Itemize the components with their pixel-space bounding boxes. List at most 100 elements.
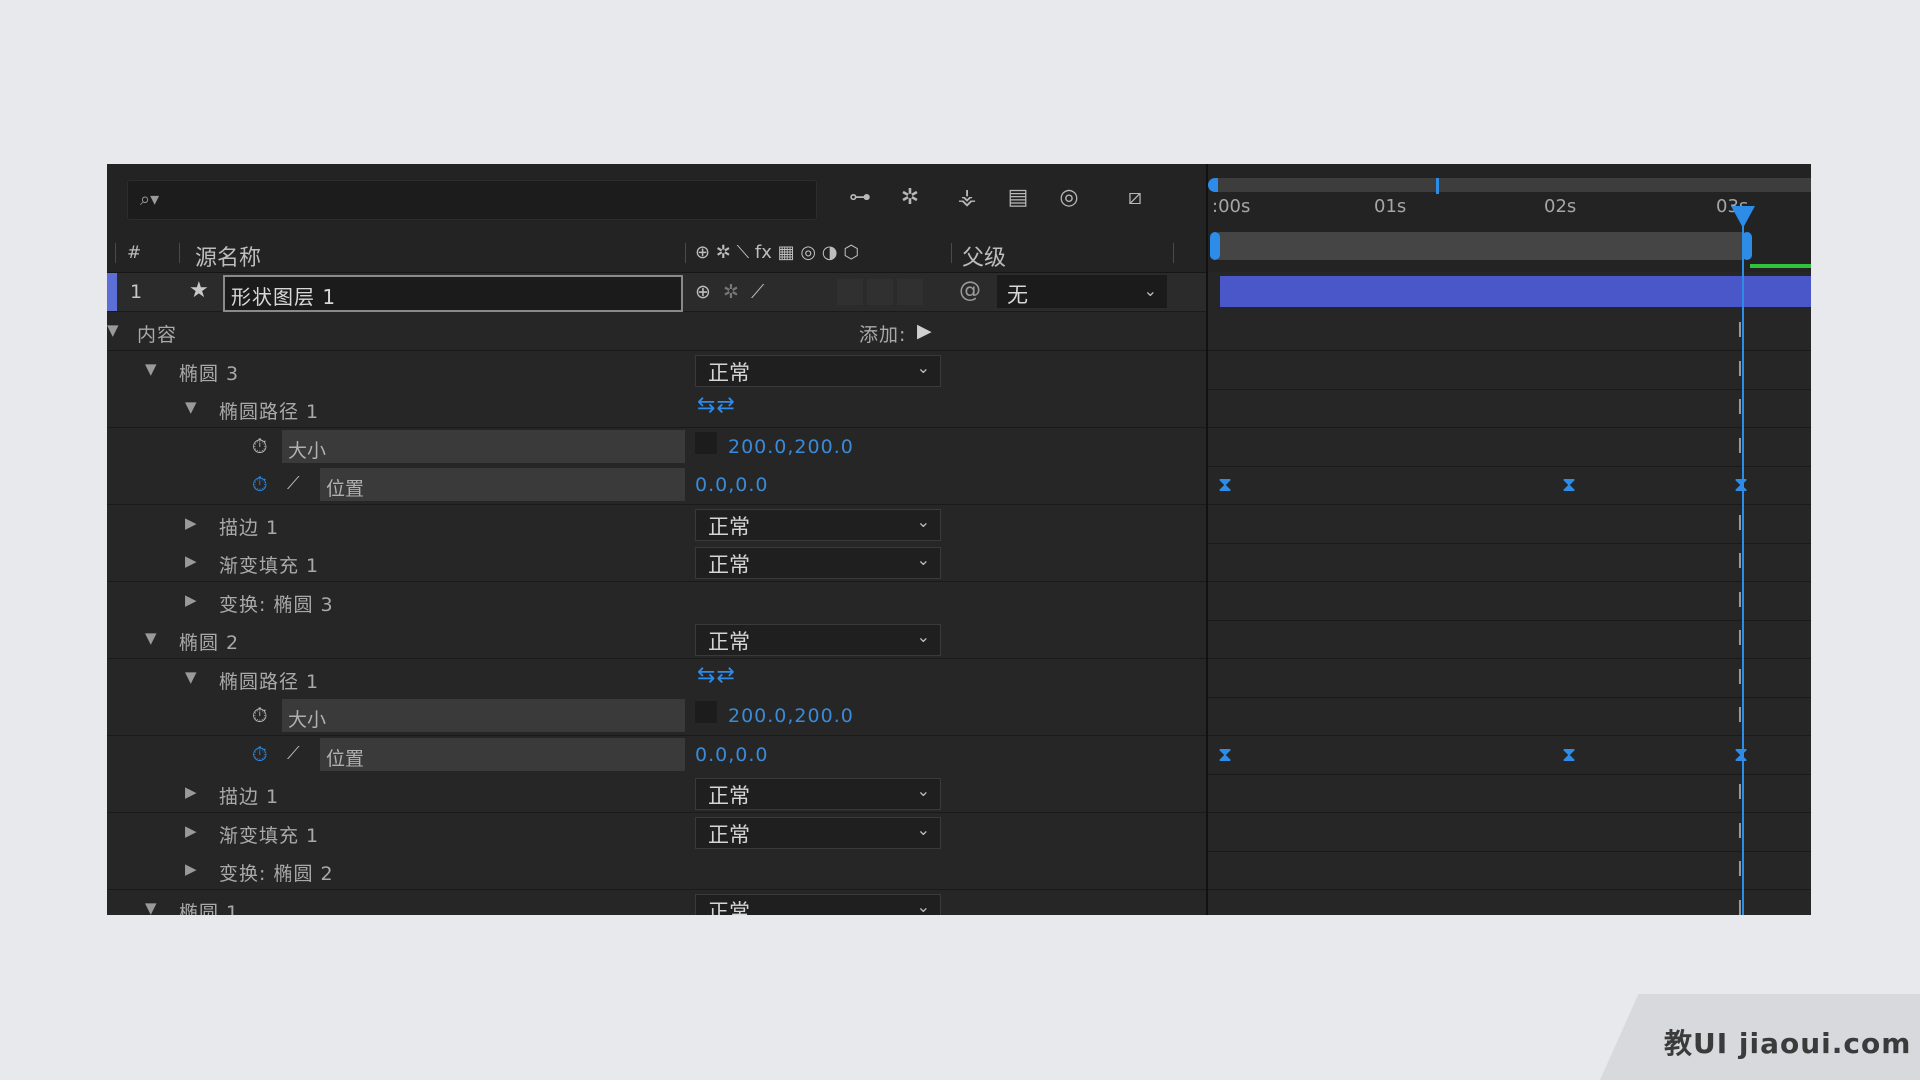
property-value[interactable]: 0.0,0.0 — [695, 474, 768, 496]
collapse-switch-icon[interactable]: ✲ — [723, 281, 740, 303]
work-area-start[interactable] — [1210, 232, 1220, 260]
property-row[interactable]: ▶ 描边 1 正常 ⌄ — [107, 504, 1206, 544]
layer-duration-bar[interactable] — [1220, 276, 1811, 307]
parent-select[interactable]: 无 ⌄ — [997, 275, 1167, 308]
switch-box[interactable] — [837, 279, 863, 305]
chevron-down-icon: ⌄ — [916, 627, 930, 646]
time-navigator-start[interactable] — [1208, 178, 1218, 192]
col-parent[interactable]: 父级 — [962, 240, 1006, 272]
property-row[interactable]: ⏱ ⟋ 位置 0.0,0.0 — [107, 735, 1206, 775]
property-row[interactable]: ⏱ 大小 200.0,200.0 — [107, 697, 1206, 736]
expand-right-icon[interactable]: ▶ — [185, 552, 197, 570]
draft-3d-icon[interactable]: ✲ — [892, 182, 928, 214]
property-label: 渐变填充 1 — [219, 555, 320, 577]
expand-right-icon[interactable]: ▶ — [185, 822, 197, 840]
keyframe-icon[interactable]: ⧗ — [1218, 742, 1232, 766]
timeline-row-divider — [1208, 427, 1811, 428]
timeline-row-divider — [1208, 735, 1811, 736]
link-swatch[interactable] — [695, 431, 717, 454]
property-label: 椭圆 1 — [179, 901, 240, 916]
layer-label-color[interactable] — [107, 273, 117, 311]
property-row[interactable]: ▼ 椭圆 3 正常 ⌄ — [107, 350, 1206, 390]
blend-mode-select[interactable]: 正常 ⌄ — [695, 547, 941, 579]
stopwatch-icon[interactable]: ⏱ — [252, 742, 268, 766]
col-source-name[interactable]: 源名称 — [195, 240, 261, 272]
property-row[interactable]: ▶ 渐变填充 1 正常 ⌄ — [107, 812, 1206, 852]
property-row[interactable]: ▶ 变换: 椭圆 2 — [107, 851, 1206, 890]
property-value[interactable]: 0.0,0.0 — [695, 744, 768, 766]
property-row[interactable]: ▼ 椭圆 1 正常 ⌄ — [107, 889, 1206, 916]
blend-mode-select[interactable]: 正常 ⌄ — [695, 816, 941, 849]
blend-mode-select[interactable]: 正常 ⌄ — [695, 893, 941, 915]
property-row[interactable]: ▶ 描边 1 正常 ⌄ — [107, 774, 1206, 813]
property-name-field[interactable]: 大小 — [282, 699, 685, 732]
property-value[interactable]: 200.0,200.0 — [728, 705, 854, 727]
layer-row[interactable]: 1 ★ 形状图层 1 ⊕ ✲ ⟋ @ 无 ⌄ — [107, 273, 1206, 312]
expand-down-icon[interactable]: ▼ — [107, 321, 119, 339]
expand-right-icon[interactable]: ▶ — [185, 783, 197, 801]
comp-flowchart-icon[interactable]: ⊶ — [842, 182, 878, 214]
property-label: 椭圆 2 — [179, 632, 240, 654]
expand-down-icon[interactable]: ▼ — [145, 629, 157, 647]
property-row[interactable]: ▶ 渐变填充 1 正常 ⌄ — [107, 543, 1206, 582]
current-time-indicator[interactable] — [1742, 206, 1744, 915]
property-row[interactable]: ▶ 变换: 椭圆 3 — [107, 581, 1206, 621]
blend-mode-select[interactable]: 正常 ⌄ — [695, 354, 941, 387]
stopwatch-icon[interactable]: ⏱ — [252, 434, 268, 458]
graph-editor-icon[interactable]: ⧄ — [1117, 182, 1153, 214]
current-time-indicator-head[interactable] — [1731, 206, 1755, 228]
shy-layers-icon[interactable]: ⚶ — [949, 182, 985, 214]
timeline-row-divider — [1208, 696, 1811, 698]
shape-star-icon: ★ — [189, 278, 210, 303]
frame-blending-icon[interactable]: ▤ — [1000, 182, 1036, 214]
work-area-bar[interactable] — [1218, 232, 1744, 260]
link-swatch[interactable] — [695, 701, 717, 723]
property-row[interactable]: ⏱ ⟋ 位置 0.0,0.0 — [107, 466, 1206, 505]
quality-switch-icon[interactable]: ⟋ — [751, 281, 765, 303]
expand-right-icon[interactable]: ▶ — [185, 591, 197, 609]
col-switches[interactable]: ⊕ ✲ ⟍ fx ▦ ◎ ◑ ⬡ — [695, 242, 859, 263]
switch-box[interactable] — [867, 279, 893, 305]
timeline-row-divider — [1208, 465, 1811, 467]
keyframe-icon[interactable]: ⧗ — [1218, 472, 1232, 496]
blend-mode-select[interactable]: 正常 ⌄ — [695, 778, 941, 810]
path-direction-icon[interactable]: ⇆⇄ — [697, 393, 736, 418]
blend-mode-select[interactable]: 正常 ⌄ — [695, 508, 941, 541]
stopwatch-icon[interactable]: ⏱ — [252, 703, 268, 727]
timeline-area[interactable]: :00s 01s 02s 03s IIII⧗⧗⧗IIIIII⧗⧗⧗IIII — [1206, 164, 1811, 915]
property-value[interactable]: 200.0,200.0 — [728, 436, 854, 458]
layer-name-field[interactable]: 形状图层 1 — [223, 275, 683, 312]
layer-number: 1 — [130, 281, 144, 303]
time-navigator-marker[interactable] — [1436, 178, 1439, 194]
keyframe-icon[interactable]: ⧗ — [1562, 472, 1576, 496]
property-row[interactable]: ▼ 椭圆路径 1 ⇆⇄ — [107, 389, 1206, 428]
expand-down-icon[interactable]: ▼ — [185, 668, 197, 686]
time-navigator[interactable] — [1218, 178, 1811, 192]
play-circle-icon[interactable]: ▶ — [917, 320, 933, 342]
expand-right-icon[interactable]: ▶ — [185, 860, 197, 878]
property-row[interactable]: ▼ 内容 添加: ▶ — [107, 312, 1206, 351]
add-menu-button[interactable]: 添加: — [859, 320, 906, 347]
expand-down-icon[interactable]: ▼ — [145, 899, 157, 916]
expand-down-icon[interactable]: ▼ — [185, 398, 197, 416]
parent-pickwhip-icon[interactable]: @ — [959, 278, 982, 303]
search-input[interactable]: ⌕▾ — [127, 180, 817, 220]
stopwatch-icon[interactable]: ⏱ — [252, 472, 268, 496]
property-row[interactable]: ▼ 椭圆路径 1 ⇆⇄ — [107, 658, 1206, 698]
path-direction-icon[interactable]: ⇆⇄ — [697, 663, 736, 688]
expand-right-icon[interactable]: ▶ — [185, 514, 197, 532]
time-ruler[interactable]: :00s 01s 02s 03s — [1208, 164, 1811, 272]
motion-blur-icon[interactable]: ◎ — [1051, 182, 1087, 214]
property-name-field[interactable]: 大小 — [282, 429, 685, 463]
switch-box[interactable] — [897, 279, 923, 305]
blend-mode-select[interactable]: 正常 ⌄ — [695, 624, 941, 656]
graph-icon[interactable]: ⟋ — [287, 473, 300, 494]
property-row[interactable]: ⏱ 大小 200.0,200.0 — [107, 427, 1206, 467]
expand-down-icon[interactable]: ▼ — [145, 360, 157, 378]
graph-icon[interactable]: ⟋ — [287, 743, 300, 764]
keyframe-icon[interactable]: ⧗ — [1562, 742, 1576, 766]
shy-switch-icon[interactable]: ⊕ — [695, 281, 712, 303]
property-row[interactable]: ▼ 椭圆 2 正常 ⌄ — [107, 620, 1206, 659]
property-name-field[interactable]: 位置 — [320, 737, 685, 771]
property-name-field[interactable]: 位置 — [320, 468, 685, 501]
